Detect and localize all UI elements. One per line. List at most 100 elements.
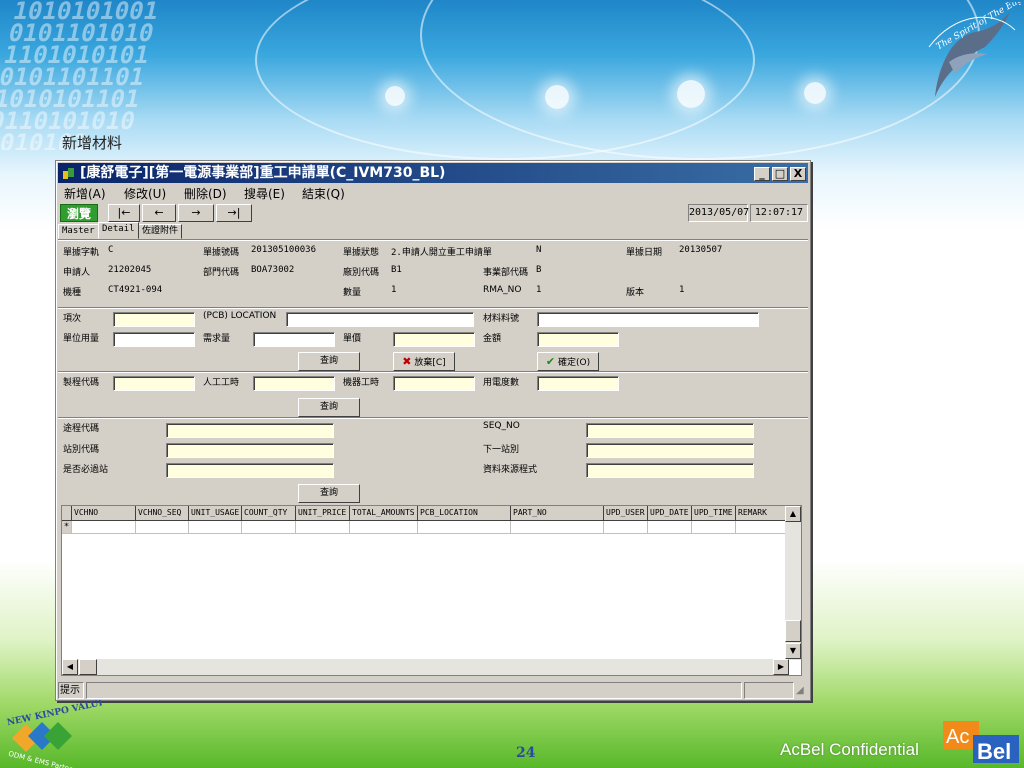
scroll-down-arrow-icon[interactable]: ▼ (785, 643, 801, 659)
grid-cell[interactable] (350, 521, 418, 534)
menu-modify[interactable]: 修改(U) (124, 185, 166, 202)
cancel-label: 放棄[C] (414, 358, 446, 368)
tab-detail[interactable]: Detail (98, 222, 139, 239)
col-count-qty[interactable]: COUNT_QTY (242, 506, 296, 521)
col-total-amounts[interactable]: TOTAL_AMOUNTS (350, 506, 418, 521)
col-vchno[interactable]: VCHNO (72, 506, 136, 521)
tab-attachments[interactable]: 佐證附件 (138, 224, 183, 239)
process-panel: 製程代碼 人工工時 機器工時 用電度數 查詢 (58, 371, 808, 417)
version-value: 1 (679, 285, 685, 295)
station-code-field[interactable] (166, 443, 334, 458)
menu-exit[interactable]: 結束(Q) (302, 185, 345, 202)
material-panel: 項次 (PCB) LOCATION 材料料號 單位用量 需求量 單價 金額 查詢… (58, 307, 808, 371)
data-source-field[interactable] (586, 463, 754, 478)
must-pass-field[interactable] (166, 463, 334, 478)
light-flare (677, 80, 705, 108)
grid-cell[interactable] (418, 521, 511, 534)
station-code-label: 站別代碼 (63, 445, 100, 455)
light-flare (545, 85, 569, 109)
hscroll-thumb[interactable] (79, 659, 97, 675)
labor-hours-field[interactable] (253, 376, 335, 391)
grid-cell[interactable] (189, 521, 242, 534)
menu-add[interactable]: 新增(A) (64, 185, 106, 202)
next-station-field[interactable] (586, 443, 754, 458)
col-upd-user[interactable]: UPD_USER (604, 506, 648, 521)
tab-master[interactable]: Master (58, 224, 99, 239)
seq-no-field[interactable] (586, 423, 754, 438)
power-usage-field[interactable] (537, 376, 619, 391)
col-unit-usage[interactable]: UNIT_USAGE (189, 506, 242, 521)
menu-bar: 新增(A) 修改(U) 刪除(D) 搜尋(E) 結束(Q) (58, 184, 808, 203)
unit-price-field[interactable] (393, 332, 475, 347)
svg-text:ODM & EMS Partner: ODM & EMS Partner (8, 750, 77, 768)
scroll-up-arrow-icon[interactable]: ▲ (785, 506, 801, 522)
grid-cell[interactable] (136, 521, 189, 534)
grid-cell[interactable] (72, 521, 136, 534)
route-query-button[interactable]: 查詢 (298, 484, 360, 503)
confirm-label: 確定(O) (557, 358, 591, 368)
menu-delete[interactable]: 刪除(D) (184, 185, 227, 202)
grid-cell[interactable] (648, 521, 692, 534)
cancel-button[interactable]: ✖ 放棄[C] (393, 352, 455, 371)
app-window: [康舒電子][第一電源事業部]重工申請單(C_IVM730_BL) _ □ X … (55, 160, 811, 701)
col-pcb-location[interactable]: PCB_LOCATION (418, 506, 511, 521)
doc-status-label: 單據狀態 (343, 248, 380, 258)
tab-bar: Master Detail 佐證附件 (58, 222, 808, 239)
part-no-field[interactable] (537, 312, 759, 327)
grid-cell[interactable] (692, 521, 736, 534)
grid-cell[interactable] (511, 521, 604, 534)
dept-code-value: BOA73002 (251, 265, 295, 275)
item-field[interactable] (113, 312, 195, 327)
grid-cell[interactable] (242, 521, 296, 534)
scroll-left-arrow-icon[interactable]: ◀ (62, 659, 78, 675)
grid-cell[interactable] (296, 521, 350, 534)
scroll-thumb[interactable] (785, 620, 801, 642)
last-record-button[interactable]: →| (216, 204, 252, 222)
process-query-button[interactable]: 查詢 (298, 398, 360, 417)
doc-type-value: C (108, 245, 114, 255)
prev-record-button[interactable]: ← (142, 204, 176, 222)
maximize-button[interactable]: □ (772, 167, 788, 181)
grid-cell[interactable] (604, 521, 648, 534)
vertical-scrollbar[interactable]: ▲ ▼ (785, 506, 801, 660)
doc-status-value: 2.申請人開立重工申請單 (391, 248, 492, 258)
material-query-button[interactable]: 查詢 (298, 352, 360, 371)
svg-text:Bel: Bel (977, 739, 1011, 763)
demand-field[interactable] (253, 332, 335, 347)
machine-hours-field[interactable] (393, 376, 475, 391)
col-upd-date[interactable]: UPD_DATE (648, 506, 692, 521)
pcb-location-label: (PCB) LOCATION (203, 311, 277, 321)
process-code-field[interactable] (113, 376, 195, 391)
eagle-logo: The Spirit of The Eagle (928, 2, 1021, 97)
resize-grip-icon[interactable]: ◢ (796, 684, 808, 698)
route-code-field[interactable] (166, 423, 334, 438)
confirm-button[interactable]: ✔ 確定(O) (537, 352, 599, 371)
col-unit-price[interactable]: UNIT_PRICE (296, 506, 350, 521)
window-title-bar[interactable]: [康舒電子][第一電源事業部]重工申請單(C_IVM730_BL) _ □ X (58, 163, 808, 183)
col-remark[interactable]: REMARK (736, 506, 789, 521)
status-message (86, 682, 742, 699)
light-flare (804, 82, 826, 104)
col-upd-time[interactable]: UPD_TIME (692, 506, 736, 521)
scroll-right-arrow-icon[interactable]: ▶ (773, 659, 789, 675)
grid-cell[interactable] (736, 521, 789, 534)
unit-usage-field[interactable] (113, 332, 195, 347)
browse-button[interactable]: 瀏覽 (60, 204, 98, 222)
confidential-label: AcBel Confidential (780, 740, 919, 759)
date-display: 2013/05/07 (688, 204, 749, 222)
rma-label: RMA_NO (483, 285, 522, 295)
status-panel (744, 682, 794, 699)
pcb-location-field[interactable] (286, 312, 474, 327)
toolbar: 瀏覽 |← ← → →| 2013/05/07 12:07:17 (58, 204, 808, 223)
demand-label: 需求量 (203, 334, 231, 344)
first-record-button[interactable]: |← (108, 204, 140, 222)
col-vchno-seq[interactable]: VCHNO_SEQ (136, 506, 189, 521)
menu-search[interactable]: 搜尋(E) (244, 185, 285, 202)
model-label: 機種 (63, 288, 82, 298)
horizontal-scrollbar[interactable]: ◀ ▶ (62, 659, 789, 675)
next-record-button[interactable]: → (178, 204, 214, 222)
col-part-no[interactable]: PART_NO (511, 506, 604, 521)
minimize-button[interactable]: _ (754, 167, 770, 181)
close-button[interactable]: X (790, 167, 806, 181)
amount-field[interactable] (537, 332, 619, 347)
